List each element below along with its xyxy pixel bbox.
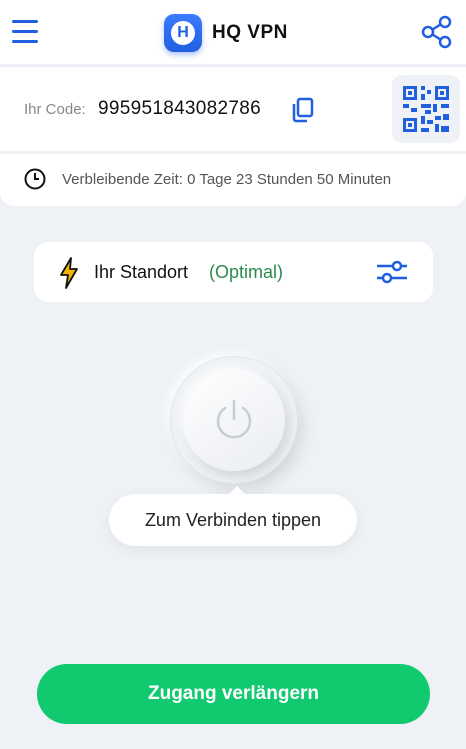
app-title: HQ VPN <box>212 22 288 43</box>
share-icon[interactable] <box>420 14 454 50</box>
copy-icon[interactable] <box>291 97 315 123</box>
logo-letter: H <box>171 21 195 45</box>
hamburger-menu-icon[interactable] <box>12 20 38 44</box>
power-button-ring <box>171 357 297 483</box>
code-card: Ihr Code: 995951843082786 <box>0 66 466 151</box>
qr-code-icon <box>403 86 449 132</box>
sliders-icon[interactable] <box>376 260 408 284</box>
remaining-time-text: Verbleibende Zeit: 0 Tage 23 Stunden 50 … <box>62 171 392 188</box>
power-icon <box>216 399 252 439</box>
app-logo: H <box>164 14 202 52</box>
location-label: Ihr Standort <box>94 262 189 282</box>
clock-icon <box>24 168 46 190</box>
connect-power-button[interactable] <box>183 369 285 471</box>
extend-access-button[interactable]: Zugang verlängern <box>37 664 430 724</box>
connect-hint-tooltip: Zum Verbinden tippen <box>109 494 357 546</box>
app-header: H HQ VPN <box>0 0 466 64</box>
code-label: Ihr Code: <box>24 101 86 118</box>
location-selector[interactable]: Ihr Standort (Optimal) <box>34 242 433 302</box>
lightning-bolt-icon <box>58 256 80 290</box>
brand: H HQ VPN <box>164 14 288 52</box>
location-status: (Optimal) <box>209 262 284 282</box>
qr-code-button[interactable] <box>392 75 460 143</box>
remaining-time-card: Verbleibende Zeit: 0 Tage 23 Stunden 50 … <box>0 154 466 206</box>
code-value: 995951843082786 <box>98 98 262 119</box>
